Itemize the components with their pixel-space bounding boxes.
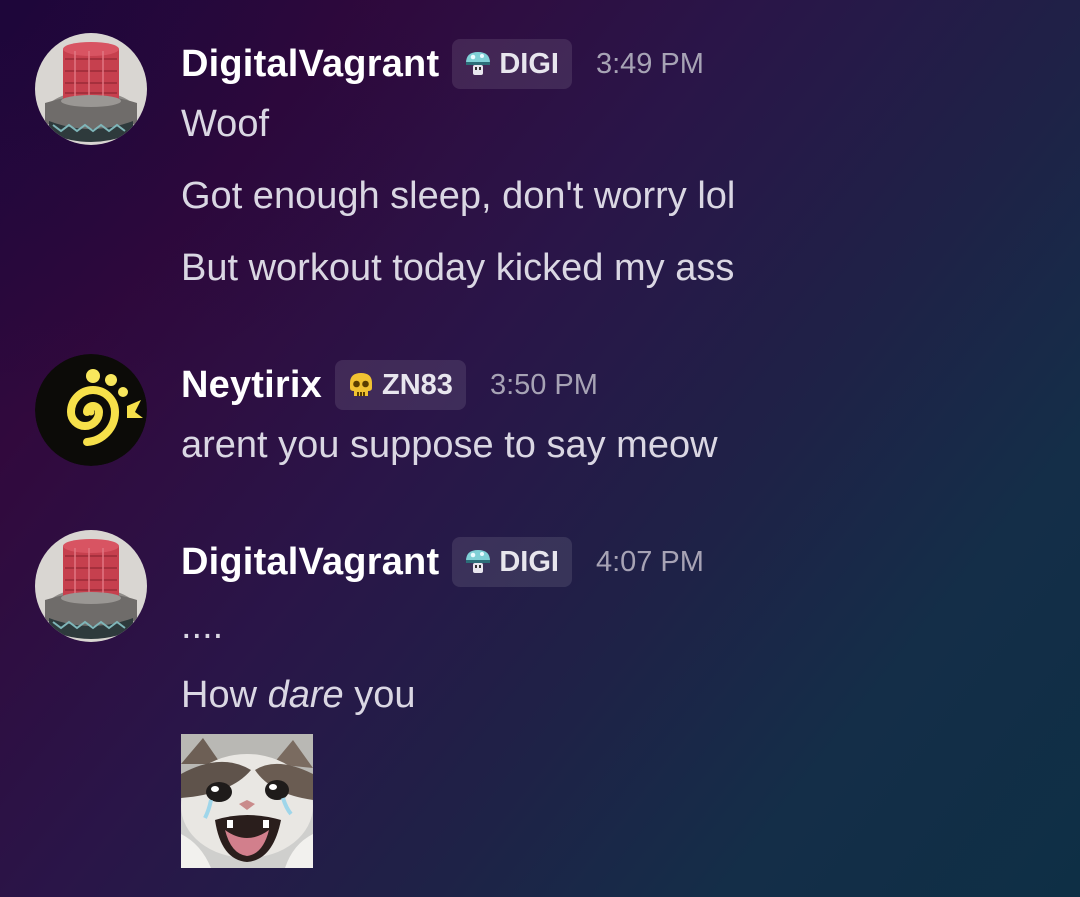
message-text: Got enough sleep, don't worry lol bbox=[181, 175, 736, 217]
server-tag[interactable]: ZN83 bbox=[335, 360, 466, 410]
timestamp: 4:07 PM bbox=[595, 545, 704, 578]
username[interactable]: Neytirix bbox=[181, 364, 322, 407]
timestamp: 3:50 PM bbox=[489, 368, 598, 401]
message-header: DigitalVagrant DIGI 4:07 PM bbox=[181, 534, 704, 590]
username[interactable]: DigitalVagrant bbox=[181, 541, 439, 584]
message-text-italic: dare bbox=[267, 674, 344, 716]
message-text: How dare you bbox=[181, 673, 415, 717]
timestamp: 3:49 PM bbox=[595, 47, 704, 80]
message-text: arent you suppose to say meow bbox=[181, 424, 718, 466]
avatar-hat-drawing-icon bbox=[35, 530, 147, 642]
server-tag-label: ZN83 bbox=[382, 368, 453, 401]
message-text: But workout today kicked my ass bbox=[181, 247, 735, 289]
server-tag[interactable]: DIGI bbox=[452, 39, 572, 89]
skull-icon bbox=[350, 373, 373, 396]
server-tag[interactable]: DIGI bbox=[452, 537, 572, 587]
user-avatar-digitalvagrant[interactable] bbox=[35, 33, 147, 145]
message-text-part: you bbox=[343, 674, 416, 716]
crying-cat-icon bbox=[181, 734, 313, 868]
message-text: .... bbox=[181, 605, 224, 647]
server-tag-label: DIGI bbox=[499, 545, 559, 578]
message-header: DigitalVagrant DIGI 3:49 PM bbox=[181, 36, 704, 92]
server-tag-label: DIGI bbox=[499, 47, 559, 80]
message-text: Woof bbox=[181, 103, 270, 145]
user-avatar-digitalvagrant[interactable] bbox=[35, 530, 147, 642]
avatar-hat-drawing-icon bbox=[35, 33, 147, 145]
user-avatar-neytirix[interactable] bbox=[35, 354, 147, 466]
mushroom-icon bbox=[466, 52, 491, 75]
swirl-paw-icon bbox=[35, 354, 147, 466]
message-header: Neytirix ZN83 3:50 PM bbox=[181, 357, 598, 413]
mushroom-icon bbox=[466, 550, 491, 573]
username[interactable]: DigitalVagrant bbox=[181, 43, 439, 86]
chat-message-list: DigitalVagrant DIGI 3:49 PM Woof Got eno… bbox=[0, 0, 1080, 897]
message-text-part: How bbox=[181, 674, 268, 716]
crying-cat-sticker[interactable] bbox=[181, 734, 313, 868]
